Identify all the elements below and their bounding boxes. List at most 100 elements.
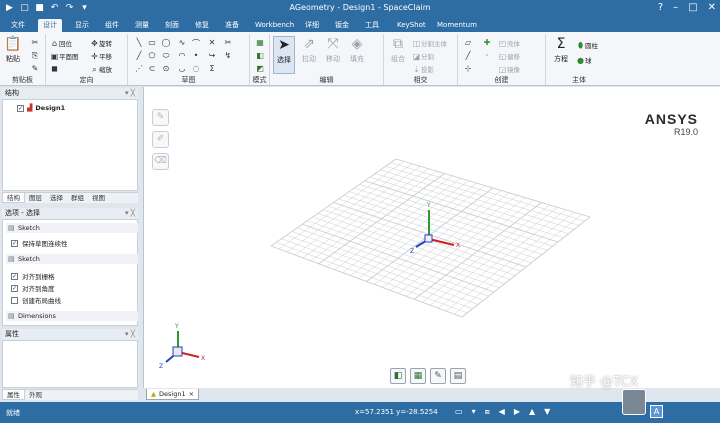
3d-viewport[interactable]: ✎ ✐ ⌫ ANSYS R19.0 Y X Z Y X Z ◧ ▦ ✎ ▤ bbox=[143, 87, 720, 388]
tab-workbench[interactable]: Workbench bbox=[250, 19, 299, 32]
status-nav-first-icon[interactable]: ◀ bbox=[499, 407, 505, 417]
polygon-icon[interactable]: ⬠ bbox=[147, 51, 157, 60]
sphere-button[interactable]: ●球 bbox=[576, 55, 592, 65]
status-select-icon[interactable]: ▭ bbox=[455, 407, 463, 417]
sketch-mode-icon[interactable]: ▦ bbox=[255, 38, 265, 47]
spline-icon[interactable]: ∿ bbox=[177, 38, 187, 47]
minimize-button[interactable]: – bbox=[673, 2, 678, 13]
home-button[interactable]: ⌂ 回位 bbox=[50, 38, 72, 48]
select-button[interactable]: ➤ 选择 bbox=[273, 36, 295, 74]
3d-mode-icon[interactable]: ◩ bbox=[255, 64, 265, 73]
equation-button[interactable]: Σ 方程 bbox=[550, 36, 572, 64]
status-nav-up-icon[interactable]: ▲ bbox=[529, 407, 535, 417]
view-cube-button[interactable]: ◼ bbox=[50, 64, 59, 73]
tab-selection[interactable]: 选择 bbox=[46, 193, 67, 203]
help-button[interactable]: ? bbox=[658, 2, 663, 13]
snap-angle-checkbox[interactable]: ✓ bbox=[11, 284, 18, 292]
cylinder-button[interactable]: ⬮ 圆柱 bbox=[576, 40, 598, 51]
three-point-arc-icon[interactable]: ◡ bbox=[177, 64, 187, 73]
document-tab-close[interactable]: × bbox=[189, 389, 194, 399]
solid-body-icon[interactable]: ◧ bbox=[390, 368, 406, 384]
tab-file[interactable]: 文件 bbox=[6, 19, 30, 32]
cut-icon[interactable]: ✂ bbox=[30, 38, 40, 47]
annotate-icon[interactable]: ✎ bbox=[430, 368, 446, 384]
zoom-button[interactable]: ⌕ 缩放 bbox=[90, 64, 112, 75]
tab-display[interactable]: 显示 bbox=[70, 19, 94, 32]
close-button[interactable]: ✕ bbox=[708, 2, 716, 13]
options-section-sketch[interactable]: Sketch bbox=[6, 223, 138, 233]
face-curve-icon[interactable]: ◌ bbox=[191, 64, 201, 73]
pin-icon[interactable]: ▾ ╳ bbox=[125, 88, 135, 99]
maximize-button[interactable]: □ bbox=[688, 2, 697, 13]
status-filter-icon[interactable]: ⧈ bbox=[485, 407, 490, 417]
line-create-icon[interactable]: ╱ bbox=[463, 51, 473, 60]
status-dropdown-icon[interactable]: ▾ bbox=[472, 407, 476, 417]
origin-icon[interactable]: ⊹ bbox=[463, 64, 473, 73]
tab-assembly[interactable]: 组件 bbox=[100, 19, 124, 32]
tab-views[interactable]: 视图 bbox=[88, 193, 109, 203]
tab-prepare[interactable]: 准备 bbox=[220, 19, 244, 32]
rectangle-icon[interactable]: ▭ bbox=[147, 38, 157, 47]
tab-repair[interactable]: 修复 bbox=[190, 19, 214, 32]
tab-momentum[interactable]: Momentum bbox=[432, 19, 482, 32]
pull-button[interactable]: ⇗ 拉动 bbox=[298, 36, 320, 64]
status-nav-next-icon[interactable]: ▶ bbox=[514, 407, 520, 417]
scissors-icon[interactable]: ✂ bbox=[223, 38, 233, 47]
line-icon[interactable]: ╲ bbox=[134, 38, 144, 47]
options-section-sketch-2[interactable]: Sketch bbox=[6, 254, 138, 264]
pan-button[interactable]: ✛平移 bbox=[90, 51, 112, 61]
shell-button[interactable]: ◰壳体 bbox=[498, 38, 520, 48]
keep-plane-checkbox[interactable]: ✓ bbox=[11, 239, 18, 247]
axis-icon[interactable]: ✚ bbox=[482, 38, 492, 47]
language-indicator[interactable]: A bbox=[650, 405, 663, 418]
tab-sheet-metal[interactable]: 钣金 bbox=[330, 19, 354, 32]
tree-item-design1[interactable]: ✓ ▟ Design1 bbox=[17, 104, 65, 112]
tab-properties[interactable]: 属性 bbox=[2, 390, 25, 400]
tab-appearance[interactable]: 外观 bbox=[25, 390, 46, 400]
arc-icon[interactable]: ⌒ bbox=[191, 38, 201, 49]
point-icon[interactable]: • bbox=[191, 51, 201, 60]
three-point-circle-icon[interactable]: ⊙ bbox=[161, 64, 171, 73]
options-pin-icon[interactable]: ▾ ╳ bbox=[125, 208, 135, 219]
option-create-layout[interactable]: 创建布局曲线 bbox=[11, 295, 61, 305]
equation-curve-icon[interactable]: Σ bbox=[207, 64, 217, 73]
bend-icon[interactable]: ↯ bbox=[223, 51, 233, 60]
tab-design[interactable]: 设计 bbox=[38, 19, 62, 32]
tab-groups[interactable]: 群组 bbox=[67, 193, 88, 203]
split-button[interactable]: ◪分割 bbox=[412, 51, 434, 61]
ellipse-icon[interactable]: ⬭ bbox=[161, 51, 171, 61]
create-layout-checkbox[interactable] bbox=[11, 296, 18, 304]
tab-measure[interactable]: 测量 bbox=[130, 19, 154, 32]
plan-view-button[interactable]: ▣平面图 bbox=[50, 51, 79, 61]
copy-icon[interactable]: ⎘ bbox=[30, 51, 40, 61]
tangent-line-icon[interactable]: ╱ bbox=[134, 51, 144, 60]
plane-icon[interactable]: ▱ bbox=[463, 38, 473, 47]
section-mode-icon[interactable]: ◧ bbox=[255, 51, 265, 60]
document-tab-design1[interactable]: ▲ Design1 × bbox=[146, 389, 200, 400]
construction-line-icon[interactable]: ⋰ bbox=[134, 64, 144, 73]
option-snap-grid[interactable]: ✓ 对齐到栅格 bbox=[11, 271, 55, 281]
split-body-button[interactable]: ◫分割主体 bbox=[412, 38, 447, 48]
fill-button[interactable]: ◈ 填充 bbox=[346, 36, 368, 64]
options-section-dimensions[interactable]: Dimensions bbox=[6, 311, 138, 321]
visibility-checkbox[interactable]: ✓ bbox=[17, 104, 24, 112]
grid-toggle-icon[interactable]: ▦ bbox=[410, 368, 426, 384]
format-painter-icon[interactable]: ✎ bbox=[30, 64, 40, 73]
tab-detail[interactable]: 详细 bbox=[300, 19, 324, 32]
tab-structure[interactable]: 结构 bbox=[2, 193, 25, 203]
tab-facets[interactable]: 刻面 bbox=[160, 19, 184, 32]
offset-button[interactable]: ◱偏移 bbox=[498, 51, 520, 61]
move-button[interactable]: ⤧ 移动 bbox=[322, 36, 344, 64]
snap-grid-checkbox[interactable]: ✓ bbox=[11, 272, 18, 280]
status-nav-down-icon[interactable]: ▼ bbox=[544, 407, 550, 417]
option-keep-plane[interactable]: ✓ 保持草图连续性 bbox=[11, 238, 68, 248]
properties-pin-icon[interactable]: ▾ ╳ bbox=[125, 329, 135, 340]
tab-tools[interactable]: 工具 bbox=[360, 19, 384, 32]
tab-layers[interactable]: 图层 bbox=[25, 193, 46, 203]
mirror-button[interactable]: ◲镜像 bbox=[498, 64, 520, 74]
offset-curve-icon[interactable]: ↪ bbox=[207, 51, 217, 60]
option-snap-angle[interactable]: ✓ 对齐到角度 bbox=[11, 283, 55, 293]
point-create-icon[interactable]: · bbox=[482, 51, 492, 60]
project-button[interactable]: ⇣投影 bbox=[412, 64, 434, 74]
sweep-arc-icon[interactable]: ◠ bbox=[177, 51, 187, 60]
